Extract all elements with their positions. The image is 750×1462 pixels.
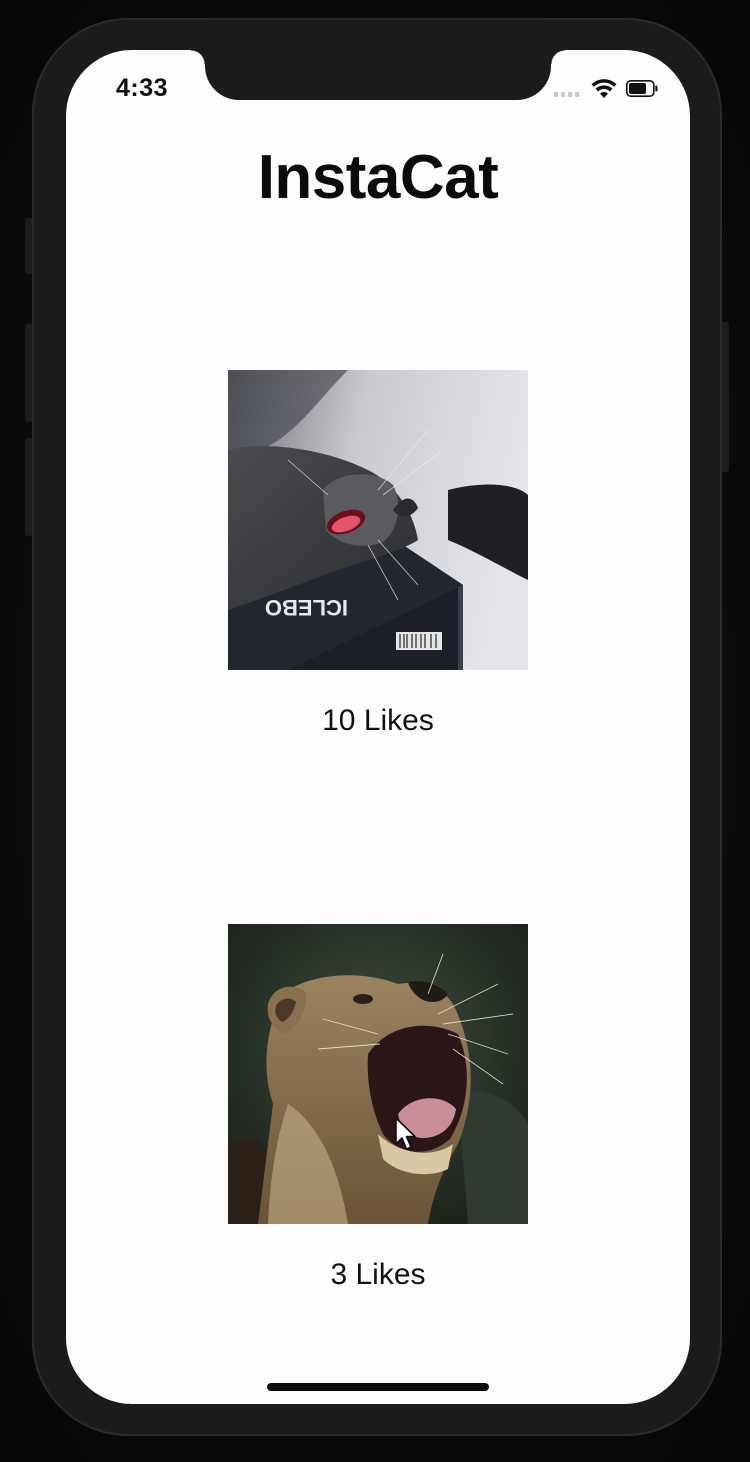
- app-title: InstaCat: [257, 143, 499, 212]
- lioness-roaring-photo-icon: [228, 924, 528, 1224]
- phone-screen: 4:33 InstaCat ICLEBO 10 Likes 3 Likes: [66, 50, 690, 1404]
- svg-text:ICLEBO: ICLEBO: [265, 595, 348, 620]
- status-time: 4:33: [116, 74, 169, 102]
- wifi-icon: [591, 79, 617, 98]
- simulator-stage: 4:33 InstaCat ICLEBO 10 Likes 3 Likes: [0, 0, 750, 1462]
- cellular-signal-icon: [554, 92, 579, 97]
- home-indicator[interactable]: [267, 1383, 489, 1391]
- likes-count: 10 Likes: [322, 704, 434, 737]
- notch: [191, 50, 565, 100]
- post-image[interactable]: [228, 924, 528, 1224]
- battery-icon: [626, 80, 658, 97]
- likes-count: 3 Likes: [330, 1258, 426, 1291]
- power-button: [721, 322, 729, 472]
- mouse-pointer-icon: [395, 1117, 416, 1150]
- cat-yawning-on-box-photo-icon: ICLEBO: [228, 370, 528, 670]
- post-image[interactable]: ICLEBO: [228, 370, 528, 670]
